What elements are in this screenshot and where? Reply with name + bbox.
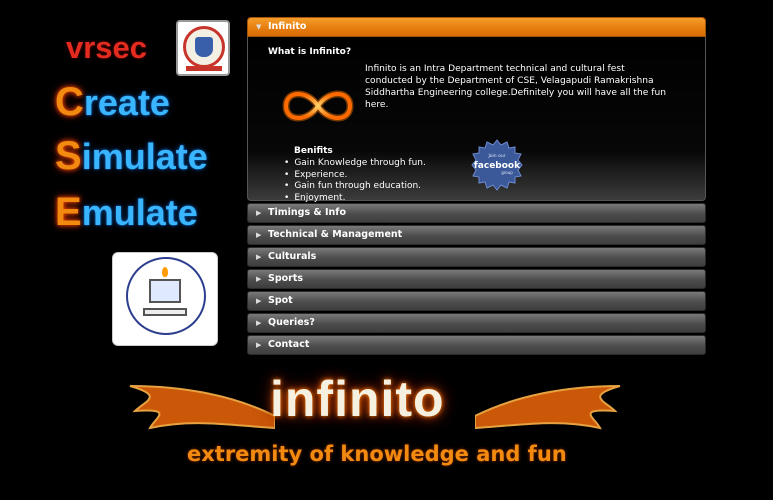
benefits-title: Benifits [294, 146, 333, 156]
triangle-right-icon: ▶ [256, 341, 262, 349]
cse-word-rest: mulate [81, 192, 198, 233]
benefits-list: Gain Knowledge through fun. Experience. … [284, 158, 426, 204]
cse-word-rest: reate [83, 82, 170, 123]
accordion-panel-infinito: What is Infinito? Infinito is an Intra D… [247, 37, 706, 204]
accordion-header-technical[interactable]: ▶ Technical & Management [247, 225, 706, 245]
cse-word-rest: imulate [81, 136, 208, 177]
panel-title: What is Infinito? [268, 47, 352, 57]
triangle-right-icon: ▶ [256, 253, 262, 261]
accordion-header-culturals[interactable]: ▶ Culturals [247, 247, 706, 267]
cse-word-emulate: Emulate [55, 190, 198, 236]
badge-top-text: Join our [487, 153, 505, 159]
accordion-header-timings[interactable]: ▶ Timings & Info [247, 203, 706, 223]
info-accordion: ▼ Infinito What is Infinito? Infinito is… [247, 17, 706, 357]
cse-word-simulate: Simulate [55, 134, 208, 180]
association-logo [112, 252, 218, 346]
accordion-label: Technical & Management [268, 229, 403, 240]
triangle-right-icon: ▶ [256, 319, 262, 327]
cse-word-create: Create [55, 80, 170, 126]
infinito-tagline: extremity of knowledge and fun [187, 442, 567, 466]
triangle-right-icon: ▶ [256, 297, 262, 305]
accordion-label: Timings & Info [268, 207, 346, 218]
triangle-right-icon: ▶ [256, 209, 262, 217]
badge-name-text: facebook [474, 161, 521, 171]
cse-letter-c: C [55, 80, 84, 124]
list-item: Gain Knowledge through fun. [284, 158, 426, 170]
accordion-header-sports[interactable]: ▶ Sports [247, 269, 706, 289]
brand-header: vrsec [64, 20, 234, 76]
flame-wing-left-icon [129, 385, 275, 430]
infinity-icon [282, 90, 354, 122]
accordion-label: Spot [268, 295, 293, 306]
cse-letter-s: S [55, 134, 82, 178]
flame-wing-right-icon [475, 385, 621, 430]
accordion-header-infinito[interactable]: ▼ Infinito [247, 17, 706, 37]
infinito-wordmark: infinito [270, 371, 445, 427]
accordion-label: Queries? [268, 317, 315, 328]
infinito-logo: infinito extremity of knowledge and fun [120, 358, 660, 498]
facebook-group-badge[interactable]: Join our facebook group [471, 139, 523, 191]
panel-description: Infinito is an Intra Department technica… [365, 64, 666, 110]
accordion-label: Contact [268, 339, 310, 350]
accordion-header-spot[interactable]: ▶ Spot [247, 291, 706, 311]
list-item: Gain fun through education. [284, 181, 426, 193]
accordion-label: Infinito [268, 21, 307, 32]
college-emblem [176, 20, 230, 76]
vrsec-logo-text: vrsec [66, 30, 148, 65]
accordion-label: Sports [268, 273, 304, 284]
accordion-header-queries[interactable]: ▶ Queries? [247, 313, 706, 333]
triangle-right-icon: ▶ [256, 231, 262, 239]
list-item: Experience. [284, 170, 426, 182]
cse-letter-e: E [55, 190, 82, 234]
accordion-label: Culturals [268, 251, 317, 262]
triangle-right-icon: ▶ [256, 275, 262, 283]
triangle-down-icon: ▼ [256, 23, 262, 31]
badge-bottom-text: group [501, 170, 513, 175]
accordion-header-contact[interactable]: ▶ Contact [247, 335, 706, 355]
